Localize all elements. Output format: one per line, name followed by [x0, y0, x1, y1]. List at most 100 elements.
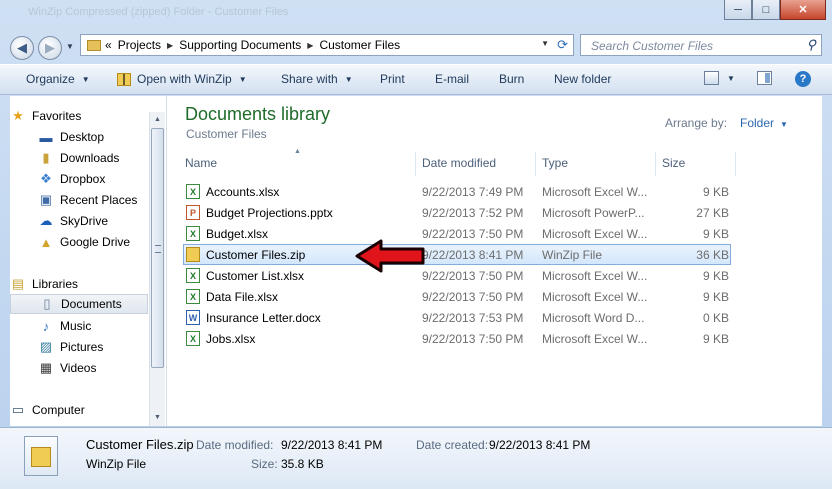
nav-documents[interactable]: ▯ Documents	[10, 294, 148, 314]
breadcrumb-supporting-documents[interactable]: Supporting Documents ▶	[179, 38, 313, 52]
scroll-grip-icon	[155, 245, 161, 253]
file-date-modified: 9/22/2013 7:50 PM	[422, 332, 524, 346]
chevron-down-icon[interactable]: ▼	[239, 75, 247, 84]
videos-icon: ▦	[39, 360, 53, 375]
file-size: 36 KB	[696, 248, 729, 262]
window-controls: ─ □ ✕	[724, 0, 826, 20]
folder-icon	[87, 39, 101, 51]
back-button[interactable]: ◀	[10, 36, 34, 60]
print-button[interactable]: Print	[380, 72, 405, 86]
word-icon: W	[186, 310, 200, 325]
refresh-icon[interactable]: ⟳	[557, 37, 568, 53]
file-row[interactable]: P Budget Projections.pptx 9/22/2013 7:52 P…	[183, 202, 731, 223]
documents-icon: ▯	[43, 296, 51, 311]
downloads-folder-icon: ▮	[42, 150, 50, 165]
excel-icon: X	[186, 289, 200, 304]
computer-icon: ▭	[11, 402, 25, 417]
file-type: Microsoft Excel W...	[542, 332, 648, 346]
scroll-down-icon[interactable]: ▼	[151, 412, 164, 424]
red-pointer-arrow-icon	[355, 239, 425, 273]
file-row[interactable]: X Data File.xlsx 9/22/2013 7:50 PM Microsof…	[183, 286, 731, 307]
column-header-type[interactable]: Type	[542, 152, 652, 174]
explorer-window: WinZip Compressed (zipped) Folder - Cust…	[0, 0, 832, 489]
address-dropdown-icon[interactable]: ▼	[541, 39, 549, 48]
back-arrow-icon: ◀	[17, 40, 27, 55]
nav-libraries[interactable]: ▤ Libraries	[10, 274, 148, 294]
search-input[interactable]	[589, 37, 793, 55]
view-icon	[704, 71, 719, 85]
search-box[interactable]: ⚲	[580, 34, 822, 56]
search-icon[interactable]: ⚲	[806, 37, 816, 53]
file-row[interactable]: X Customer List.xlsx 9/22/2013 7:50 PM Micr…	[183, 265, 731, 286]
file-row[interactable]: W Insurance Letter.docx 9/22/2013 7:53 PM M…	[183, 307, 731, 328]
minimize-button[interactable]: ─	[724, 0, 752, 20]
file-date-modified: 9/22/2013 7:52 PM	[422, 206, 524, 220]
excel-icon: X	[186, 184, 200, 199]
file-row[interactable]: X Budget.xlsx 9/22/2013 7:50 PM Microsoft E…	[183, 223, 731, 244]
column-divider[interactable]	[735, 152, 736, 176]
email-button[interactable]: E-mail	[435, 72, 469, 86]
column-header-date-modified[interactable]: Date modified	[422, 152, 532, 174]
burn-button[interactable]: Burn	[499, 72, 524, 86]
share-with-button[interactable]: Share with ▼	[281, 72, 353, 86]
file-type: Microsoft Excel W...	[542, 269, 648, 283]
skydrive-icon: ☁	[39, 213, 53, 228]
file-name: Budget.xlsx	[206, 227, 269, 241]
window-title: WinZip Compressed (zipped) Folder - Cust…	[28, 6, 289, 18]
arrange-by-dropdown[interactable]: Folder ▼	[740, 116, 788, 130]
navigation-pane: ★ Favorites ▬ Desktop ▮ Downloads ❖ Dropbox …	[10, 96, 167, 426]
file-size: 0 KB	[702, 311, 729, 325]
column-header-name[interactable]: Name	[185, 152, 413, 174]
change-view-button[interactable]: ▼	[704, 71, 735, 85]
nav-scrollbar[interactable]: ▲ ▼	[149, 112, 165, 426]
chevron-down-icon[interactable]: ▼	[727, 74, 735, 83]
file-name: Budget Projections.pptx	[206, 206, 333, 220]
maximize-button[interactable]: □	[752, 0, 780, 20]
recent-pages-dropdown[interactable]: ▼	[66, 42, 74, 51]
address-overflow[interactable]: «	[105, 38, 112, 52]
title-bar: WinZip Compressed (zipped) Folder - Cust…	[0, 0, 832, 28]
winzip-icon	[117, 72, 131, 86]
new-folder-button[interactable]: New folder	[554, 72, 611, 86]
column-divider[interactable]	[415, 152, 416, 176]
file-size: 27 KB	[696, 206, 729, 220]
file-row-selected[interactable]: Customer Files.zip 9/22/2013 8:41 PM WinZi…	[183, 244, 731, 265]
excel-icon: X	[186, 226, 200, 241]
scroll-thumb[interactable]	[151, 128, 164, 368]
preview-pane-icon	[757, 71, 772, 85]
file-date-modified: 9/22/2013 7:50 PM	[422, 269, 524, 283]
help-icon: ?	[795, 71, 811, 87]
close-button[interactable]: ✕	[780, 0, 826, 20]
powerpoint-icon: P	[186, 205, 200, 220]
file-row[interactable]: X Jobs.xlsx 9/22/2013 7:50 PM Microsoft Exc…	[183, 328, 731, 349]
nav-computer[interactable]: ▭ Computer	[10, 400, 148, 420]
details-pane: Customer Files.zip WinZip File Date modi…	[0, 427, 832, 489]
forward-button[interactable]: ▶	[38, 36, 62, 60]
chevron-down-icon: ▼	[81, 74, 90, 84]
recent-places-icon: ▣	[39, 192, 53, 207]
file-row[interactable]: X Accounts.xlsx 9/22/2013 7:49 PM Microsoft…	[183, 181, 731, 202]
details-date-modified-label: Date modified:	[196, 438, 274, 452]
file-date-modified: 9/22/2013 7:49 PM	[422, 185, 524, 199]
column-divider[interactable]	[655, 152, 656, 176]
breadcrumb-arrow-icon[interactable]: ▶	[307, 41, 313, 50]
details-file-type: WinZip File	[86, 457, 147, 471]
zip-icon	[186, 247, 200, 262]
breadcrumb-arrow-icon[interactable]: ▶	[167, 41, 173, 50]
help-button[interactable]: ?	[795, 71, 811, 87]
breadcrumb-customer-files[interactable]: Customer Files	[319, 38, 400, 52]
command-toolbar: Organize ▼ Open with WinZip ▼ Share with ▼ …	[0, 64, 832, 95]
nav-favorites[interactable]: ★ Favorites	[10, 106, 148, 126]
preview-pane-button[interactable]	[757, 71, 772, 85]
address-bar[interactable]: « Projects ▶ Supporting Documents ▶ Custom…	[80, 34, 574, 56]
details-size-label: Size:	[251, 457, 278, 471]
column-divider[interactable]	[535, 152, 536, 176]
breadcrumb-projects[interactable]: Projects ▶	[118, 38, 174, 52]
organize-button[interactable]: Organize ▼	[26, 72, 90, 86]
column-header-size[interactable]: Size	[662, 152, 732, 174]
chevron-down-icon: ▼	[780, 120, 788, 129]
details-date-modified-value: 9/22/2013 8:41 PM	[281, 438, 383, 452]
file-name: Data File.xlsx	[206, 290, 279, 304]
scroll-up-icon[interactable]: ▲	[151, 114, 164, 126]
open-with-winzip-button[interactable]: Open with WinZip ▼	[117, 72, 247, 86]
